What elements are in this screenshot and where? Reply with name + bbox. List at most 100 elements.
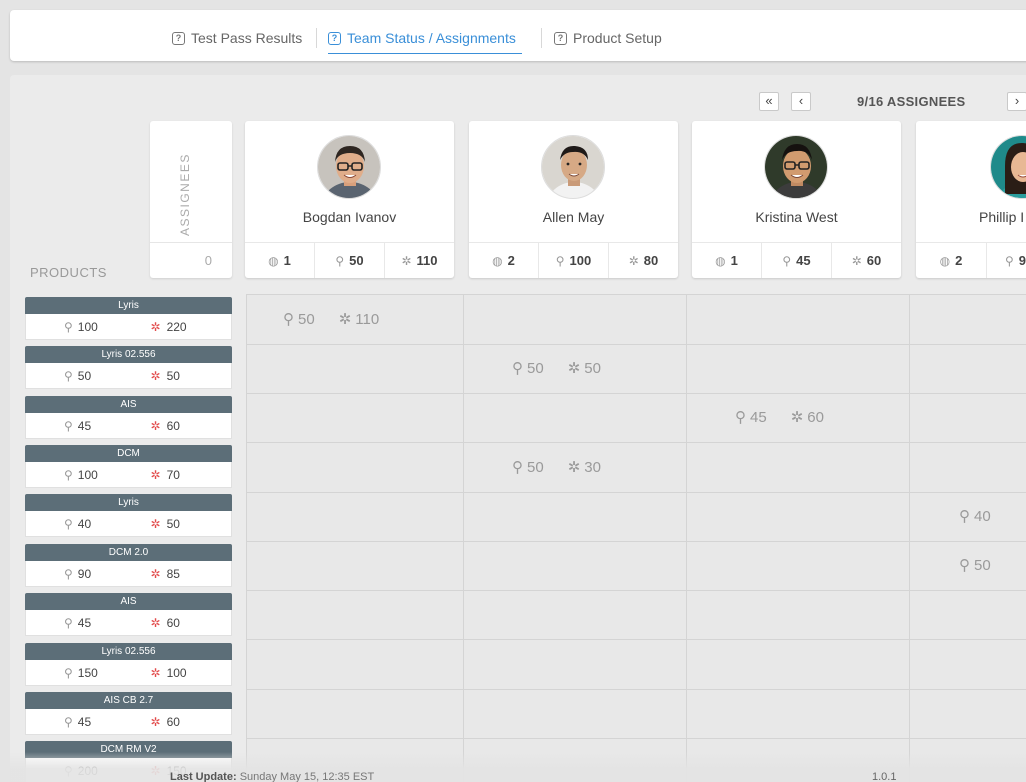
bug-icon: ✲ <box>150 566 161 581</box>
search-icon: ⚲ <box>64 467 73 482</box>
search-icon: ⚲ <box>512 459 523 476</box>
assignee-card-allen-may[interactable]: Allen May ◍ 2 ⚲ 100 ✲ 80 <box>469 121 678 278</box>
bug-icon: ✲ <box>401 253 412 268</box>
search-icon: ⚲ <box>64 566 73 581</box>
grid-divider <box>909 295 910 782</box>
device-count: ◍ 2 <box>916 243 987 278</box>
search-icon: ⚲ <box>64 418 73 433</box>
product-row[interactable]: AIS ⚲ 45 ✲ 60 <box>25 396 232 440</box>
last-update-value: Sunday May 15, 12:35 EST <box>239 771 375 782</box>
grid-divider <box>247 442 1026 443</box>
grid-divider <box>686 295 687 782</box>
product-row[interactable]: AIS CB 2.7 ⚲ 45 ✲ 60 <box>25 692 232 736</box>
grid-cell[interactable]: ⚲ 50 ✲ 50 <box>512 354 601 382</box>
assignees-label: ASSIGNEES <box>178 153 192 236</box>
product-row[interactable]: Lyris ⚲ 40 ✲ 50 <box>25 494 232 538</box>
assignee-card-phillip[interactable]: Phillip I ◍ 2 ⚲ 9 <box>916 121 1026 278</box>
tab-divider <box>316 28 317 48</box>
tab-test-pass-results[interactable]: ? Test Pass Results <box>172 28 302 48</box>
search-icon: ⚲ <box>782 253 792 268</box>
search-icon: ⚲ <box>64 319 73 334</box>
bug-icon: ✲ <box>851 253 862 268</box>
assignee-card-bogdan-ivanov[interactable]: Bogdan Ivanov ◍ 1 ⚲ 50 ✲ 110 <box>245 121 454 278</box>
next-page-button[interactable]: › <box>1007 92 1026 111</box>
grid-divider <box>247 541 1026 542</box>
tab-product-setup[interactable]: ? Product Setup <box>554 28 662 48</box>
grid-cell[interactable]: ⚲ 45 ✲ 60 <box>735 403 824 431</box>
product-name: DCM <box>25 445 232 462</box>
search-icon: ⚲ <box>335 253 345 268</box>
grid-divider <box>247 639 1026 640</box>
help-icon: ? <box>328 31 341 45</box>
product-row[interactable]: Lyris ⚲ 100 ✲ 220 <box>25 297 232 341</box>
chevron-right-icon: › <box>1014 93 1020 108</box>
device-icon: ◍ <box>715 253 726 268</box>
grid-divider <box>247 344 1026 345</box>
grid-cell[interactable]: ⚲ 50 ✲ 30 <box>512 453 601 481</box>
avatar <box>541 135 605 199</box>
device-icon: ◍ <box>939 253 951 268</box>
product-name: Lyris 02.556 <box>25 346 232 363</box>
assignee-name: Allen May <box>542 209 605 225</box>
prev-page-button[interactable]: ‹ <box>791 92 811 111</box>
assignee-card-kristina-west[interactable]: Kristina West ◍ 1 ⚲ 45 ✲ 60 <box>692 121 901 278</box>
search-icon: ⚲ <box>64 516 73 531</box>
stub-value: 0 <box>204 253 212 268</box>
product-name: AIS CB 2.7 <box>25 692 232 709</box>
search-icon: ⚲ <box>959 557 970 574</box>
search-icon: ⚲ <box>959 508 970 525</box>
test-count: ⚲ 100 <box>539 243 609 278</box>
bug-count: ✲ 80 <box>628 253 659 268</box>
first-page-button[interactable]: « <box>759 92 779 111</box>
product-row[interactable]: Lyris 02.556 ⚲ 50 ✲ 50 <box>25 346 232 390</box>
tab-label: Test Pass Results <box>191 30 303 46</box>
test-count: ⚲ 9 <box>1005 253 1026 268</box>
search-icon: ⚲ <box>64 714 73 729</box>
assignee-stats: ◍ 1 ⚲ 50 ✲ 110 <box>245 242 454 278</box>
bug-icon: ✲ <box>150 467 161 482</box>
grid-cell[interactable]: ⚲ 50 <box>959 551 1015 579</box>
avatar <box>764 135 828 199</box>
search-icon: ⚲ <box>64 615 73 630</box>
grid-divider <box>247 492 1026 493</box>
product-row[interactable]: Lyris 02.556 ⚲ 150 ✲ 100 <box>25 643 232 687</box>
product-row[interactable]: DCM 2.0 ⚲ 90 ✲ 85 <box>25 544 232 588</box>
search-icon: ⚲ <box>735 409 746 426</box>
assignee-stats: ◍ 1 ⚲ 45 ✲ 60 <box>692 242 901 278</box>
bug-icon: ✲ <box>628 253 639 268</box>
grid-cell[interactable]: ⚲ 50 ✲ 110 <box>283 305 379 333</box>
product-row[interactable]: AIS ⚲ 45 ✲ 60 <box>25 593 232 637</box>
bug-icon: ✲ <box>150 368 161 383</box>
bug-icon: ✲ <box>150 714 161 729</box>
test-count: ⚲ 45 <box>762 243 832 278</box>
last-update: Last Update: Sunday May 15, 12:35 EST <box>170 771 374 782</box>
product-name: Lyris <box>25 297 232 314</box>
grid-divider <box>247 738 1026 739</box>
assignee-name: Bogdan Ivanov <box>302 209 397 225</box>
device-count: ◍ 2 <box>469 243 539 278</box>
search-icon: ⚲ <box>512 360 523 377</box>
bug-icon: ✲ <box>567 360 581 377</box>
product-row[interactable]: DCM ⚲ 100 ✲ 70 <box>25 445 232 489</box>
double-chevron-left-icon: « <box>765 93 773 108</box>
assignment-grid: ⚲ 50 ✲ 110 ⚲ 50 ✲ 50 ⚲ 45 ✲ 60 ⚲ 50 ✲ 30 ⚲ 40 ⚲ 50 <box>246 294 1026 782</box>
pagination-status: 9/16 ASSIGNEES <box>857 94 966 109</box>
bug-icon: ✲ <box>790 409 804 426</box>
product-name: DCM 2.0 <box>25 544 232 561</box>
search-icon: ⚲ <box>283 311 294 328</box>
bug-icon: ✲ <box>150 319 161 334</box>
version-label: 1.0.1 <box>872 771 897 782</box>
device-count: ◍ 1 <box>245 243 315 278</box>
grid-divider <box>247 590 1026 591</box>
product-name: AIS <box>25 593 232 610</box>
grid-divider <box>463 295 464 782</box>
assignee-name: Phillip I <box>979 209 1025 225</box>
assignee-stats: ◍ 2 ⚲ 9 <box>916 242 1026 278</box>
chevron-left-icon: ‹ <box>798 93 804 108</box>
avatar <box>317 135 381 199</box>
grid-cell[interactable]: ⚲ 40 <box>959 502 1015 530</box>
help-icon: ? <box>554 31 567 45</box>
tab-team-status-assignments[interactable]: ? Team Status / Assignments <box>328 28 522 54</box>
device-icon: ◍ <box>268 253 279 268</box>
assignee-stats: ◍ 2 ⚲ 100 ✲ 80 <box>469 242 678 278</box>
